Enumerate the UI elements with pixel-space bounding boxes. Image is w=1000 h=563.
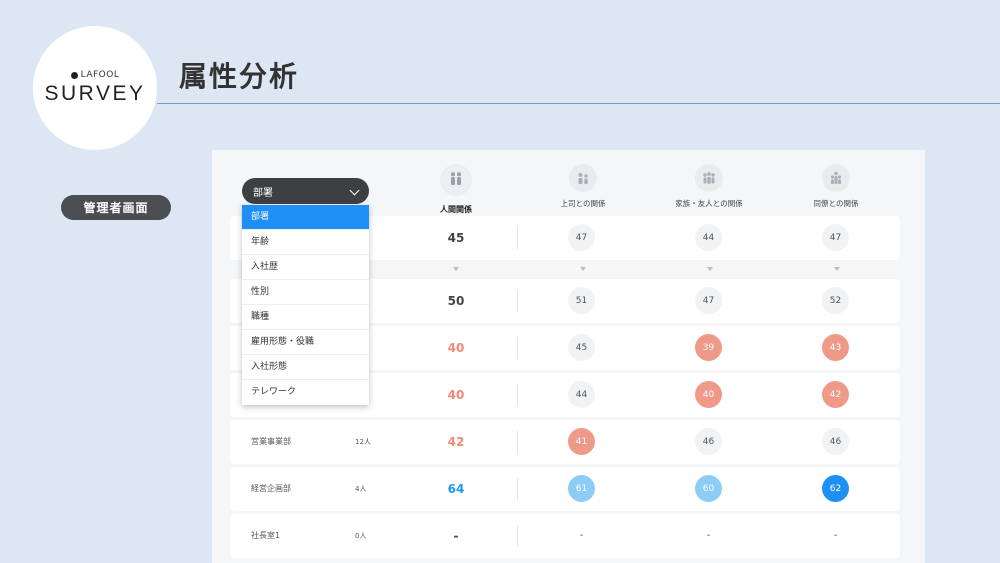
dropdown-option-telework[interactable]: テレワーク bbox=[242, 380, 369, 405]
boss-icon bbox=[569, 164, 597, 192]
column-label: 同僚との関係 bbox=[813, 199, 859, 208]
family-score: 39 bbox=[695, 334, 722, 361]
column-label: 上司との関係 bbox=[560, 199, 606, 208]
column-header-colleagues: 同僚との関係 bbox=[776, 164, 896, 209]
column-label: 家族・友人との関係 bbox=[675, 199, 743, 208]
triangle-down-icon bbox=[834, 267, 840, 271]
family-score: 40 bbox=[695, 381, 722, 408]
attribute-select[interactable]: 部署 bbox=[242, 178, 369, 204]
family-score: 44 bbox=[695, 224, 722, 251]
member-count: 12人 bbox=[355, 438, 371, 446]
admin-screen-badge: 管理者画面 bbox=[61, 195, 171, 220]
colleagues-score: 46 bbox=[822, 428, 849, 455]
colleagues-score: 62 bbox=[822, 475, 849, 502]
attribute-dropdown-menu: 部署 年齢 入社歴 性別 職種 雇用形態・役職 入社形態 テレワーク bbox=[242, 205, 369, 405]
department-name: 経営企画部 bbox=[251, 484, 291, 493]
boss-score: - bbox=[579, 530, 584, 541]
relationships-score: 40 bbox=[447, 388, 465, 402]
column-label: 人間関係 bbox=[440, 205, 472, 214]
colleagues-score: - bbox=[833, 530, 838, 541]
triangle-down-icon bbox=[707, 267, 713, 271]
relationships-score: 64 bbox=[447, 482, 465, 496]
triangle-down-icon bbox=[580, 267, 586, 271]
table-row: 経営企画部 4人 64 61 60 62 bbox=[230, 467, 900, 511]
logo-product-text: SURVEY bbox=[44, 82, 146, 105]
family-score: - bbox=[706, 530, 711, 541]
boss-score: 44 bbox=[568, 381, 595, 408]
table-row: 社長室1 0人 - - - - bbox=[230, 514, 900, 558]
colleagues-score: 47 bbox=[822, 224, 849, 251]
dropdown-option-hire-type[interactable]: 入社形態 bbox=[242, 355, 369, 380]
attribute-select-value: 部署 bbox=[253, 187, 273, 199]
logo-dot-icon bbox=[70, 71, 78, 79]
colleagues-score: 42 bbox=[822, 381, 849, 408]
logo-brand-text: LAFOOL bbox=[80, 70, 120, 80]
relationships-score: 50 bbox=[447, 294, 465, 308]
relationships-score: 42 bbox=[447, 435, 465, 449]
colleagues-score: 43 bbox=[822, 334, 849, 361]
survey-logo: LAFOOL SURVEY bbox=[33, 26, 157, 150]
dropdown-option-job-type[interactable]: 職種 bbox=[242, 305, 369, 330]
family-score: 47 bbox=[695, 287, 722, 314]
boss-score: 61 bbox=[568, 475, 595, 502]
family-score: 60 bbox=[695, 475, 722, 502]
department-name: 社長室1 bbox=[251, 531, 281, 540]
colleagues-score: 52 bbox=[822, 287, 849, 314]
boss-score: 47 bbox=[568, 224, 595, 251]
relationships-score: 45 bbox=[447, 231, 465, 245]
relationships-score: - bbox=[453, 529, 459, 543]
colleagues-icon bbox=[822, 164, 850, 192]
dropdown-option-employment-type[interactable]: 雇用形態・役職 bbox=[242, 330, 369, 355]
member-count: 4人 bbox=[355, 485, 367, 493]
title-divider bbox=[157, 103, 1000, 104]
dropdown-option-age[interactable]: 年齢 bbox=[242, 230, 369, 255]
family-icon bbox=[695, 164, 723, 192]
column-header-family: 家族・友人との関係 bbox=[649, 164, 769, 209]
boss-score: 51 bbox=[568, 287, 595, 314]
boss-score: 41 bbox=[568, 428, 595, 455]
relationships-score: 40 bbox=[447, 341, 465, 355]
column-header-boss: 上司との関係 bbox=[523, 164, 643, 209]
boss-score: 45 bbox=[568, 334, 595, 361]
table-row: 営業事業部 12人 42 41 46 46 bbox=[230, 420, 900, 464]
department-name: 営業事業部 bbox=[251, 437, 291, 446]
dropdown-option-gender[interactable]: 性別 bbox=[242, 280, 369, 305]
page-title: 属性分析 bbox=[179, 60, 300, 93]
dropdown-option-tenure[interactable]: 入社歴 bbox=[242, 255, 369, 280]
chevron-down-icon bbox=[349, 185, 360, 196]
family-score: 46 bbox=[695, 428, 722, 455]
member-count: 0人 bbox=[355, 532, 367, 540]
column-header-relationships: 人間関係 bbox=[396, 164, 516, 215]
people-pair-icon bbox=[440, 164, 472, 196]
dropdown-option-department[interactable]: 部署 bbox=[242, 205, 369, 230]
triangle-down-icon bbox=[453, 267, 459, 271]
